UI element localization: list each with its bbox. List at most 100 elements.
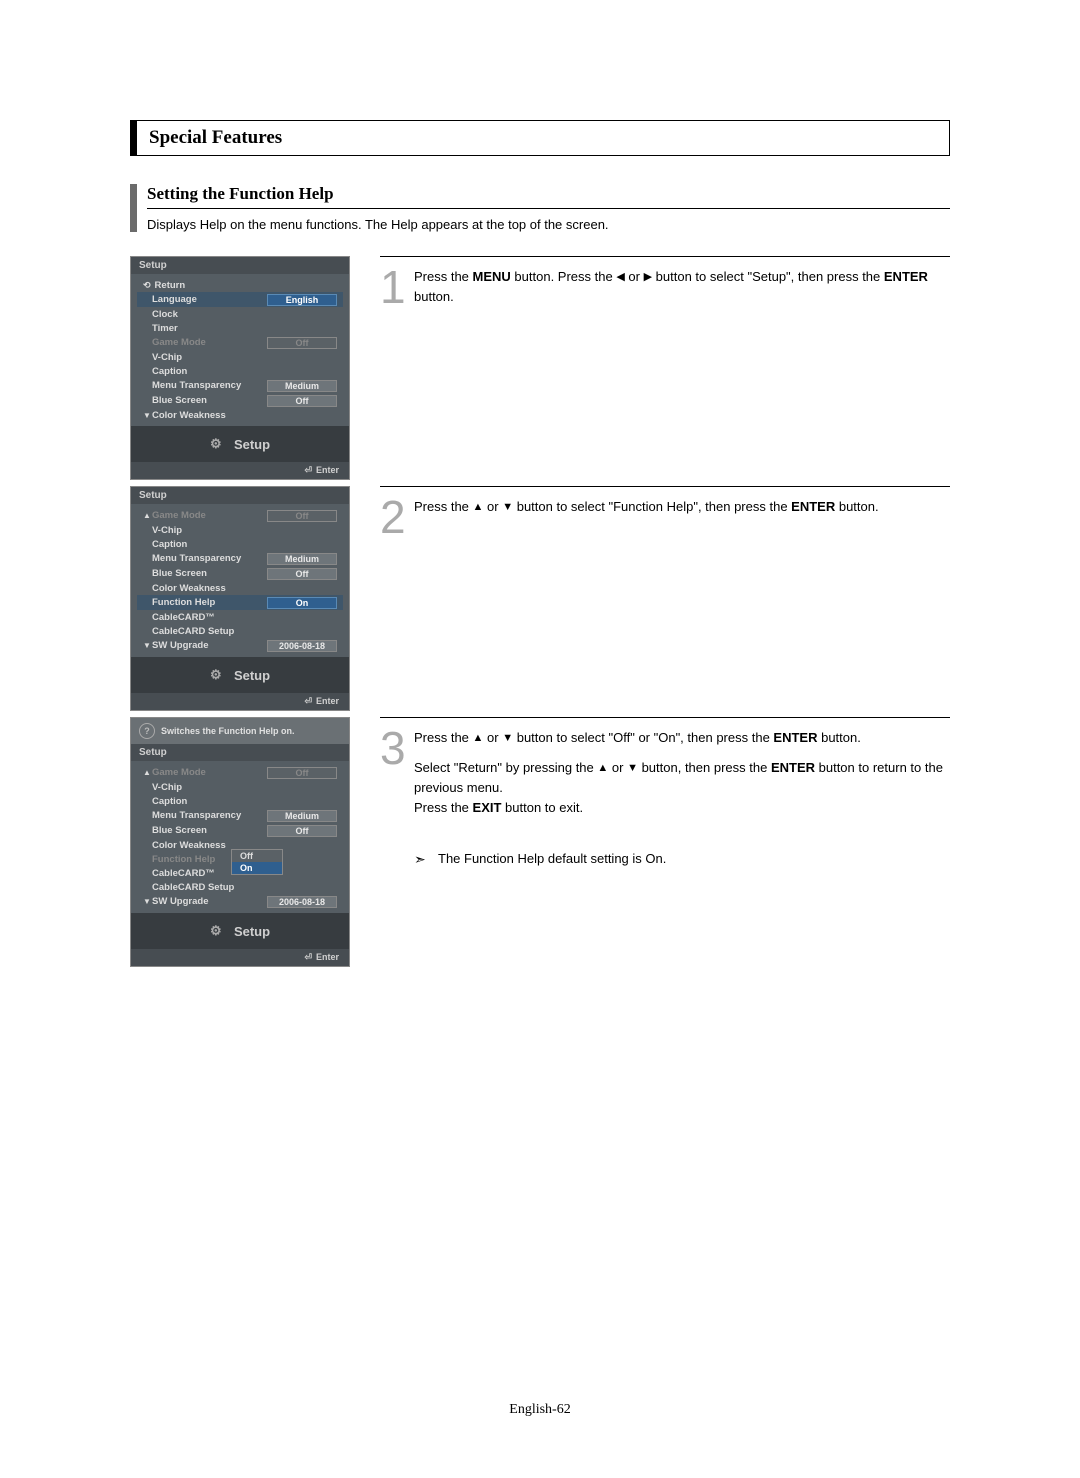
right-arrow-icon: ▶ (644, 269, 652, 286)
osd-enter-label: Enter (316, 952, 339, 962)
step-text: 2 Press the ▲ or ▼ button to select "Fun… (380, 486, 950, 697)
osd-enter-label: Enter (316, 696, 339, 706)
enter-icon: ⏎ (304, 952, 312, 962)
osd-label: Caption (152, 366, 337, 377)
up-arrow-icon: ▲ (473, 730, 484, 747)
scroll-marker-icon: ▲ (143, 511, 152, 520)
subsection: Setting the Function Help Displays Help … (130, 184, 950, 232)
section-title: Special Features (149, 127, 282, 148)
osd-list: ▲Game ModeOffV-ChipCaptionMenu Transpare… (131, 504, 349, 657)
osd-label: Color Weakness (152, 410, 337, 421)
scroll-marker-icon: ▼ (143, 897, 152, 906)
step-body: Press the MENU button. Press the ◀ or ▶ … (414, 267, 950, 317)
gear-icon: ⚙ (210, 436, 226, 452)
osd-row-return: Return (137, 278, 343, 292)
osd-label: Caption (152, 539, 337, 550)
osd-panel-2: Setup ▲Game ModeOffV-ChipCaptionMenu Tra… (130, 486, 350, 711)
steps-container: Setup Return LanguageEnglish Clock Timer Ga… (130, 256, 950, 967)
osd-value: Off (267, 767, 337, 779)
osd-value: On (267, 597, 337, 609)
osd-row: CableCARD™ (137, 610, 343, 624)
osd-row: LanguageEnglish (137, 292, 343, 307)
step-body: Press the ▲ or ▼ button to select "Funct… (414, 497, 950, 527)
step-number: 3 (380, 728, 414, 768)
down-arrow-icon: ▼ (502, 730, 513, 747)
osd-value: Off (267, 395, 337, 407)
osd-row: Menu TransparencyMedium (137, 551, 343, 566)
osd-label: Function Help (152, 597, 267, 608)
step-number: 2 (380, 497, 414, 537)
osd-value: 2006-08-18 (267, 896, 337, 908)
osd-value: Off (267, 825, 337, 837)
step-text: 3 Press the ▲ or ▼ button to select "Off… (380, 717, 950, 888)
osd-row: Menu TransparencyMedium (137, 378, 343, 393)
osd-label: Blue Screen (152, 825, 267, 836)
osd-popup: OffOn (231, 849, 283, 875)
osd-banner: ⚙ Setup (131, 426, 349, 462)
osd-footer: ⏎ Enter (131, 462, 349, 479)
step-3: ? Switches the Function Help on. Setup ▲… (130, 717, 950, 967)
osd-value: 2006-08-18 (267, 640, 337, 652)
osd-enter-label: Enter (316, 465, 339, 475)
osd-title: Setup (131, 487, 349, 504)
osd-footer: ⏎ Enter (131, 949, 349, 966)
osd-row: Caption (137, 364, 343, 378)
osd-value: Off (267, 510, 337, 522)
down-arrow-icon: ▼ (502, 499, 513, 516)
osd-row: V-Chip (137, 350, 343, 364)
osd-popup-option: On (232, 862, 282, 874)
subsection-desc: Displays Help on the menu functions. The… (147, 217, 950, 232)
screenshot-2: Setup ▲Game ModeOffV-ChipCaptionMenu Tra… (130, 486, 360, 711)
osd-value: Off (267, 568, 337, 580)
gear-icon: ⚙ (210, 923, 226, 939)
osd-label: CableCARD™ (152, 612, 337, 623)
osd-title: Setup (131, 744, 349, 761)
osd-label: V-Chip (152, 352, 337, 363)
osd-footer: ⏎Enter (131, 693, 349, 710)
left-arrow-icon: ◀ (616, 269, 624, 286)
osd-row: Blue ScreenOff (137, 823, 343, 838)
note: ➣ The Function Help default setting is O… (414, 849, 950, 871)
osd-label: Menu Transparency (152, 553, 267, 564)
osd-row: ▼SW Upgrade2006-08-18 (137, 894, 343, 909)
osd-label: Game Mode (152, 337, 267, 348)
osd-row: Function HelpOn (137, 595, 343, 610)
osd-row: ▲Game ModeOff (137, 508, 343, 523)
osd-row: CableCARD Setup (137, 624, 343, 638)
osd-label: SW Upgrade (152, 896, 267, 907)
manual-page: Special Features Setting the Function He… (0, 0, 1080, 1478)
osd-label: Game Mode (152, 510, 267, 521)
osd-row: Timer (137, 321, 343, 335)
osd-help-text: Switches the Function Help on. (161, 726, 295, 736)
osd-label: CableCARD Setup (152, 626, 337, 637)
gear-icon: ⚙ (210, 667, 226, 683)
osd-label: SW Upgrade (152, 640, 267, 651)
osd-popup-option: Off (232, 850, 282, 862)
osd-row: Caption (137, 537, 343, 551)
osd-label: Language (152, 294, 267, 305)
osd-list: ▲Game ModeOffV-ChipCaptionMenu Transpare… (131, 761, 349, 913)
osd-row: V-Chip (137, 780, 343, 794)
osd-label: Return (155, 280, 337, 291)
osd-value: English (267, 294, 337, 306)
osd-row: ▲Game ModeOff (137, 765, 343, 780)
osd-label: CableCARD Setup (152, 882, 337, 893)
enter-icon: ⏎ (304, 465, 312, 475)
osd-row: Clock (137, 307, 343, 321)
osd-help-bar: ? Switches the Function Help on. (131, 718, 349, 744)
osd-banner-label: Setup (234, 924, 270, 939)
subsection-title: Setting the Function Help (147, 184, 950, 209)
osd-row: Caption (137, 794, 343, 808)
osd-label: Timer (152, 323, 337, 334)
osd-value: Medium (267, 380, 337, 392)
osd-label: Blue Screen (152, 568, 267, 579)
osd-banner-label: Setup (234, 668, 270, 683)
osd-row: V-Chip (137, 523, 343, 537)
osd-label: Color Weakness (152, 583, 337, 594)
step-text: 1 Press the MENU button. Press the ◀ or … (380, 256, 950, 467)
help-icon: ? (139, 723, 155, 739)
osd-label: Clock (152, 309, 337, 320)
osd-label: Caption (152, 796, 337, 807)
osd-label: V-Chip (152, 525, 337, 536)
osd-row: ▼Color Weakness (137, 408, 343, 422)
